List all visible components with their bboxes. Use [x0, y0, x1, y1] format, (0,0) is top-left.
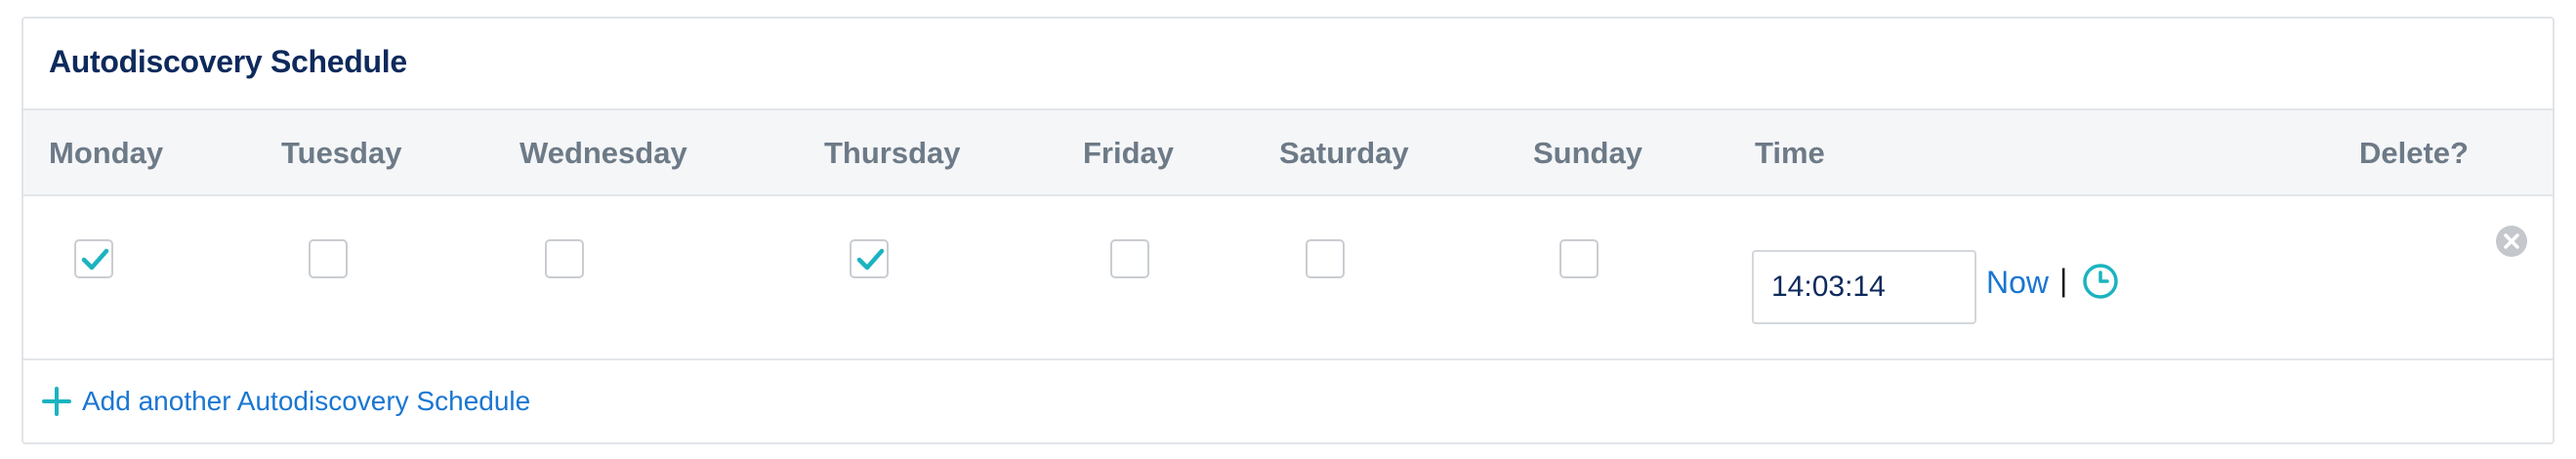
schedule-row: Now | [23, 196, 2553, 360]
saturday-checkbox[interactable] [1306, 239, 1345, 278]
now-link[interactable]: Now [1986, 265, 2049, 301]
column-header-saturday: Saturday [1279, 136, 1409, 170]
panel-header: Autodiscovery Schedule [23, 19, 2553, 110]
column-header-thursday: Thursday [824, 136, 961, 170]
sunday-checkbox[interactable] [1559, 239, 1599, 278]
column-header-tuesday: Tuesday [281, 136, 402, 170]
monday-checkbox[interactable] [74, 239, 113, 278]
plus-icon [42, 387, 71, 416]
column-header-wednesday: Wednesday [519, 136, 687, 170]
column-header-time: Time [1755, 136, 1825, 170]
thursday-checkbox[interactable] [850, 239, 889, 278]
schedule-table-header: Monday Tuesday Wednesday Thursday Friday… [23, 110, 2553, 196]
remove-circle-icon[interactable] [2494, 224, 2529, 259]
add-schedule-link[interactable]: Add another Autodiscovery Schedule [41, 382, 530, 421]
autodiscovery-schedule-panel: Autodiscovery Schedule Monday Tuesday We… [21, 17, 2555, 444]
column-header-monday: Monday [49, 136, 164, 170]
tuesday-checkbox[interactable] [309, 239, 348, 278]
clock-icon[interactable] [2082, 263, 2119, 300]
column-header-sunday: Sunday [1533, 136, 1642, 170]
panel-title: Autodiscovery Schedule [49, 44, 407, 79]
column-header-friday: Friday [1083, 136, 1175, 170]
friday-checkbox[interactable] [1110, 239, 1149, 278]
column-header-delete: Delete? [2359, 136, 2469, 170]
time-input[interactable] [1752, 250, 1976, 324]
separator: | [2059, 263, 2068, 298]
checkmark-icon [856, 248, 885, 271]
checkmark-icon [81, 248, 109, 271]
add-schedule-label: Add another Autodiscovery Schedule [82, 386, 531, 416]
wednesday-checkbox[interactable] [545, 239, 584, 278]
